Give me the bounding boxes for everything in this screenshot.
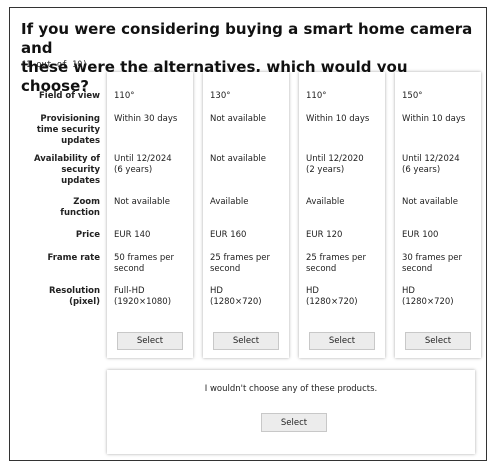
label-frame-rate: Frame rate [47,253,100,263]
label-provisioning-line-1: Provisioning [40,114,100,124]
label-zoom-line-2: function [60,208,100,218]
question-title-line-1: If you were considering buying a smart h… [21,20,473,57]
alt3-availability-line-1: Until 12/2020 [306,154,364,164]
alt4-provisioning: Within 10 days [402,114,466,124]
alt2-frame-rate-line-2: second [210,264,241,274]
alt2-resolution-line-1: HD [210,286,223,296]
alt3-availability: Until 12/2020 (2 years) [306,154,382,176]
alt3-resolution-line-1: HD [306,286,319,296]
label-resolution-line-1: Resolution [48,286,100,296]
alt4-resolution: HD (1280×720) [402,286,478,308]
alt3-availability-line-2: (2 years) [306,165,345,175]
select-button-alternative-4[interactable]: Select [405,332,471,350]
alt4-frame-rate: 30 frames per second [402,253,478,275]
alt2-resolution-line-2: (1280×720) [210,297,262,307]
survey-frame: If you were considering buying a smart h… [9,7,487,461]
alt2-frame-rate-line-1: 25 frames per [210,253,270,263]
none-option-card: I wouldn't choose any of these products.… [107,370,475,454]
alt3-frame-rate-line-2: second [306,264,337,274]
alt1-field-of-view: 110° [114,91,135,101]
alt1-availability-line-2: (6 years) [114,165,153,175]
label-availability-line-1: Availability of [33,154,100,164]
label-price: Price [75,230,100,240]
select-button-alternative-1[interactable]: Select [117,332,183,350]
label-field-of-view: Field of view [38,91,100,101]
label-resolution-line-2: (pixel) [69,297,100,307]
alt4-resolution-line-2: (1280×720) [402,297,454,307]
alt4-availability-line-1: Until 12/2024 [402,154,460,164]
alt1-frame-rate-line-2: second [114,264,145,274]
alternative-card-2: 130° Not available Not available Availab… [203,72,289,358]
label-availability: Availability of security updates [18,154,100,187]
alternative-card-3: 110° Within 10 days Until 12/2020 (2 yea… [299,72,385,358]
alt1-frame-rate-line-1: 50 frames per [114,253,174,263]
select-button-alternative-2[interactable]: Select [213,332,279,350]
alt2-price: EUR 160 [210,230,247,240]
alt2-zoom: Available [210,197,249,207]
alt4-price: EUR 100 [402,230,439,240]
alt1-resolution-line-2: (1920×1080) [114,297,172,307]
label-provisioning-line-2: time security [36,125,100,135]
alt4-frame-rate-line-2: second [402,264,433,274]
alt4-frame-rate-line-1: 30 frames per [402,253,462,263]
label-zoom: Zoom function [18,197,100,219]
alt4-availability-line-2: (6 years) [402,165,441,175]
alt4-field-of-view: 150° [402,91,423,101]
select-button-none[interactable]: Select [261,413,327,432]
alt2-field-of-view: 130° [210,91,231,101]
alt1-resolution-line-1: Full-HD [114,286,145,296]
alt1-availability-line-1: Until 12/2024 [114,154,172,164]
label-availability-line-3: updates [61,176,100,186]
progress-indicator: (1 out of 10) [21,60,88,70]
alt2-availability: Not available [210,154,266,164]
none-option-text: I wouldn't choose any of these products. [204,384,378,394]
alt2-frame-rate: 25 frames per second [210,253,286,275]
alt3-resolution: HD (1280×720) [306,286,382,308]
alt1-price: EUR 140 [114,230,151,240]
alt1-provisioning: Within 30 days [114,114,178,124]
alt3-resolution-line-2: (1280×720) [306,297,358,307]
alt1-resolution: Full-HD (1920×1080) [114,286,190,308]
label-resolution: Resolution (pixel) [18,286,100,308]
label-availability-line-2: security [61,165,100,175]
alt3-frame-rate-line-1: 25 frames per [306,253,366,263]
alt2-provisioning: Not available [210,114,266,124]
alt4-zoom: Not available [402,197,458,207]
label-provisioning: Provisioning time security updates [18,114,100,147]
select-button-alternative-3[interactable]: Select [309,332,375,350]
alt1-availability: Until 12/2024 (6 years) [114,154,190,176]
alt3-frame-rate: 25 frames per second [306,253,382,275]
alternative-card-4: 150° Within 10 days Until 12/2024 (6 yea… [395,72,481,358]
alt3-zoom: Available [306,197,345,207]
alt3-field-of-view: 110° [306,91,327,101]
alt4-availability: Until 12/2024 (6 years) [402,154,478,176]
alt3-price: EUR 120 [306,230,343,240]
alt1-zoom: Not available [114,197,170,207]
alt3-provisioning: Within 10 days [306,114,370,124]
alt4-resolution-line-1: HD [402,286,415,296]
label-provisioning-line-3: updates [61,136,100,146]
label-zoom-line-1: Zoom [73,197,100,207]
alternative-card-1: 110° Within 30 days Until 12/2024 (6 yea… [107,72,193,358]
alt2-resolution: HD (1280×720) [210,286,286,308]
alt1-frame-rate: 50 frames per second [114,253,190,275]
